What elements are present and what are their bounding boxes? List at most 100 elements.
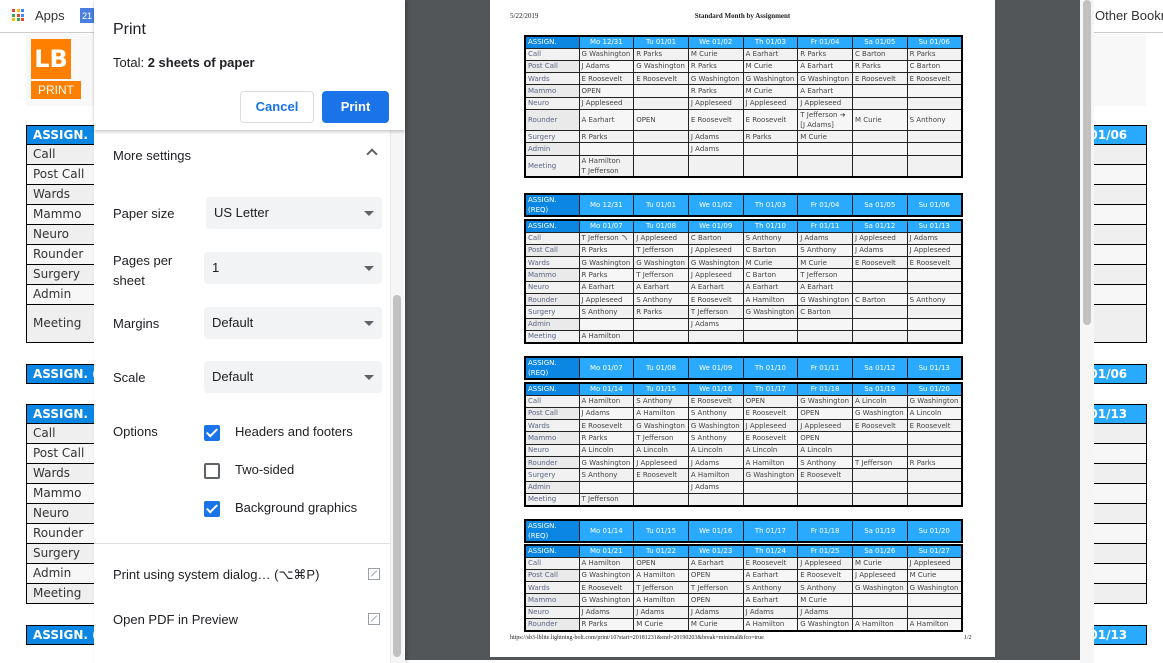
day-header[interactable]: Mo 12/31 (578, 35, 635, 49)
schedule-cell[interactable]: J Appleseed (633, 231, 689, 245)
schedule-cell[interactable]: E Roosevelt (906, 256, 963, 270)
schedule-cell[interactable]: S Anthony (906, 292, 963, 307)
schedule-cell[interactable]: R Parks (687, 84, 744, 98)
day-header[interactable]: Sa 01/05 (851, 193, 908, 217)
scale-select[interactable]: Default (204, 361, 382, 393)
day-header[interactable]: Su 01/20 (906, 382, 963, 396)
schedule-cell[interactable]: G Washington (633, 256, 689, 270)
schedule-cell[interactable]: S Anthony (633, 292, 689, 307)
day-header[interactable]: Mo 01/07 (578, 356, 635, 380)
schedule-cell[interactable]: G Washington (578, 256, 635, 270)
schedule-cell[interactable]: J Appleseed (687, 96, 744, 110)
schedule-cell[interactable]: A Earhart (797, 84, 853, 98)
schedule-cell[interactable]: M Curie (797, 256, 853, 270)
schedule-cell[interactable] (906, 129, 963, 144)
day-header[interactable]: Sa 01/12 (851, 356, 908, 380)
day-header[interactable]: Th 01/17 (742, 519, 799, 543)
day-header[interactable]: We 01/16 (687, 382, 744, 396)
schedule-cell[interactable] (906, 84, 963, 98)
schedule-cell[interactable]: E Roosevelt (906, 419, 963, 433)
schedule-cell[interactable]: A Hamilton (633, 593, 689, 607)
schedule-cell[interactable] (633, 492, 689, 507)
schedule-cell[interactable]: J Appleseed (851, 568, 908, 583)
schedule-cell[interactable] (633, 142, 689, 156)
day-header[interactable]: We 01/02 (687, 35, 744, 49)
day-header[interactable]: Fr 01/18 (797, 519, 853, 543)
schedule-cell[interactable] (633, 129, 689, 144)
day-header[interactable]: We 01/16 (687, 519, 744, 543)
schedule-cell[interactable] (851, 329, 908, 344)
schedule-cell[interactable]: M Curie (687, 617, 744, 632)
schedule-cell[interactable]: J Appleseed (906, 243, 963, 258)
schedule-cell[interactable]: R Parks (578, 431, 635, 445)
schedule-cell[interactable]: T Jefferson (633, 431, 689, 445)
schedule-cell[interactable]: J Appleseed (742, 96, 799, 110)
day-header[interactable]: We 01/02 (687, 193, 744, 217)
schedule-cell[interactable]: J Appleseed (633, 455, 689, 470)
day-header[interactable]: Mo 01/21 (578, 544, 635, 558)
schedule-cell[interactable] (851, 154, 908, 178)
schedule-cell[interactable]: A Hamilton (633, 568, 689, 583)
pages-per-sheet-select[interactable]: 1 (204, 252, 382, 284)
schedule-cell[interactable]: A Earhart (797, 59, 853, 74)
day-header[interactable]: Fr 01/11 (797, 219, 853, 233)
schedule-cell[interactable]: A Lincoln (742, 443, 799, 457)
schedule-cell[interactable]: OPEN (797, 406, 853, 421)
schedule-cell[interactable]: R Parks (578, 243, 635, 258)
open-pdf-link[interactable]: Open PDF in Preview (113, 612, 238, 627)
apps-icon[interactable] (12, 9, 24, 21)
schedule-cell[interactable]: G Washington (578, 568, 635, 583)
schedule-cell[interactable]: A Lincoln (851, 394, 908, 408)
schedule-cell[interactable]: J Adams (687, 455, 744, 470)
schedule-cell[interactable]: S Anthony (797, 455, 853, 470)
schedule-cell[interactable]: J Appleseed (797, 556, 853, 570)
schedule-cell[interactable]: M Curie (906, 568, 963, 583)
day-header[interactable]: Tu 01/15 (633, 382, 689, 396)
schedule-cell[interactable] (906, 593, 963, 607)
schedule-cell[interactable]: A Earhart (687, 280, 744, 294)
schedule-cell[interactable]: C Barton (797, 305, 853, 319)
print-button-app[interactable]: PRINT (31, 81, 81, 99)
schedule-cell[interactable]: E Roosevelt (851, 72, 908, 86)
schedule-cell[interactable] (633, 480, 689, 494)
day-header[interactable]: Tu 01/15 (633, 519, 689, 543)
day-header[interactable]: Sa 01/19 (851, 382, 908, 396)
schedule-cell[interactable]: G Washington (687, 72, 744, 86)
schedule-cell[interactable]: G Washington (797, 394, 853, 408)
schedule-cell[interactable]: G Washington (578, 593, 635, 607)
schedule-cell[interactable]: E Roosevelt (797, 468, 853, 482)
chevron-up-icon[interactable] (366, 148, 378, 160)
day-header[interactable]: We 01/09 (687, 356, 744, 380)
schedule-cell[interactable]: E Roosevelt (742, 406, 799, 421)
schedule-cell[interactable]: G Washington (742, 72, 799, 86)
schedule-cell[interactable]: G Washington (742, 468, 799, 482)
schedule-cell[interactable]: G Washington (851, 406, 908, 421)
day-header[interactable]: Tu 01/01 (633, 35, 689, 49)
day-header[interactable]: Su 01/27 (906, 544, 963, 558)
schedule-cell[interactable]: A Hamilton (578, 394, 635, 408)
schedule-cell[interactable]: OPEN (742, 394, 799, 408)
schedule-cell[interactable]: T Jefferson (851, 455, 908, 470)
calendar-icon[interactable]: 21 (80, 8, 94, 23)
option-label[interactable]: Background graphics (235, 500, 357, 515)
schedule-cell[interactable]: S Anthony (742, 581, 799, 595)
day-header[interactable]: Mo 01/14 (578, 382, 635, 396)
schedule-cell[interactable]: C Barton (687, 231, 744, 245)
schedule-cell[interactable]: M Curie (742, 256, 799, 270)
schedule-cell[interactable]: J Adams (578, 59, 635, 74)
schedule-cell[interactable]: A Earhart (687, 556, 744, 570)
schedule-cell[interactable] (742, 317, 799, 331)
preview-scrollbar[interactable] (1083, 0, 1091, 325)
schedule-cell[interactable] (633, 329, 689, 344)
schedule-cell[interactable] (633, 154, 689, 178)
schedule-cell[interactable] (851, 480, 908, 494)
schedule-cell[interactable]: M Curie (797, 129, 853, 144)
schedule-cell[interactable]: E Roosevelt (578, 581, 635, 595)
option-checkbox[interactable] (204, 463, 220, 479)
schedule-cell[interactable] (906, 480, 963, 494)
schedule-cell[interactable]: R Parks (633, 305, 689, 319)
schedule-cell[interactable] (851, 280, 908, 294)
schedule-cell[interactable]: T Jefferson (578, 231, 635, 245)
schedule-cell[interactable] (578, 480, 635, 494)
day-header[interactable]: Th 01/17 (742, 382, 799, 396)
